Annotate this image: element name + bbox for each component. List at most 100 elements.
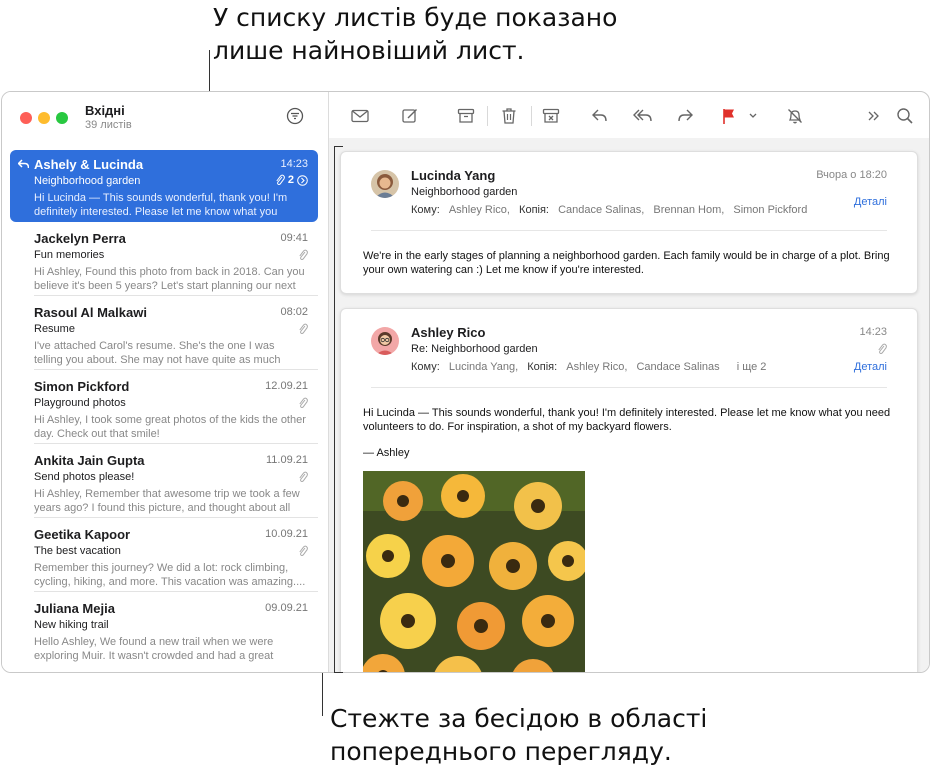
- recipient[interactable]: Ashley Rico,: [566, 361, 627, 373]
- message-card[interactable]: Ashley Rico 14:23 Re: Neighborhood garde…: [340, 308, 918, 672]
- attachment-icon: [299, 323, 308, 335]
- attachment-icon: [878, 343, 887, 355]
- callout-bottom-line2: попереднього перегляду.: [330, 737, 672, 766]
- details-link[interactable]: Деталі: [854, 361, 887, 373]
- message-date: 11.09.21: [265, 454, 308, 466]
- callout-bottom-line1: Стежте за бесідою в області: [330, 704, 708, 733]
- search-icon[interactable]: [895, 106, 915, 126]
- message-sender: Jackelyn Perra: [34, 231, 126, 246]
- message-subject: Re: Neighborhood garden: [411, 343, 538, 355]
- more-recipients[interactable]: і ще 2: [737, 361, 767, 373]
- message-date: 14:23: [859, 326, 887, 338]
- more-icon[interactable]: [866, 106, 882, 126]
- message-body: Hi Lucinda — This sounds wonderful, than…: [363, 407, 891, 433]
- zoom-button[interactable]: [56, 112, 68, 124]
- list-item[interactable]: Geetika Kapoor 10.09.21 The best vacatio…: [10, 520, 318, 592]
- list-item-selected[interactable]: Ashely & Lucinda 14:23 Neighborhood gard…: [10, 150, 318, 222]
- attachment-icon: [299, 545, 308, 557]
- message-date: 12.09.21: [265, 380, 308, 392]
- attachment-icon: [299, 397, 308, 409]
- message-signature: — Ashley: [363, 447, 410, 459]
- message-subject: Playground photos: [34, 397, 126, 409]
- message-card[interactable]: Lucinda Yang Вчора о 18:20 Neighborhood …: [340, 151, 918, 294]
- reply-icon[interactable]: [590, 106, 610, 126]
- mail-window: Вхідні 39 листів Ashely & Lucinda 14:23 …: [1, 91, 930, 673]
- mute-icon[interactable]: [785, 106, 805, 126]
- message-preview: Hi Ashley, Found this photo from back in…: [34, 266, 305, 292]
- recipient[interactable]: Simon Pickford: [733, 204, 807, 216]
- message-date: 09.09.21: [265, 602, 308, 614]
- replied-icon: [18, 159, 29, 169]
- junk-icon[interactable]: [541, 106, 561, 126]
- divider: [34, 295, 318, 296]
- list-item[interactable]: Jackelyn Perra 09:41 Fun memories Hi Ash…: [10, 224, 318, 296]
- envelope-icon[interactable]: [350, 106, 370, 126]
- message-list-pane: Вхідні 39 листів Ashely & Lucinda 14:23 …: [2, 92, 329, 672]
- reply-all-icon[interactable]: [631, 106, 655, 126]
- divider: [371, 387, 887, 388]
- message-date: 14:23: [280, 158, 308, 170]
- message-date: 08:02: [280, 306, 308, 318]
- list-item[interactable]: Rasoul Al Malkawi 08:02 Resume I've atta…: [10, 298, 318, 370]
- toolbar-divider: [531, 106, 532, 126]
- recipient[interactable]: Ashley Rico,: [449, 204, 510, 216]
- trash-icon[interactable]: [499, 106, 519, 126]
- thread-count: 2: [287, 174, 294, 186]
- message-body: We're in the early stages of planning a …: [363, 250, 890, 276]
- list-item[interactable]: Juliana Mejia 09.09.21 New hiking trail …: [10, 594, 318, 666]
- message-sender: Ankita Jain Gupta: [34, 453, 145, 468]
- message-date: 10.09.21: [265, 528, 308, 540]
- attachment-icon: [299, 249, 308, 261]
- message-preview: Hi Ashley, I took some great photos of t…: [34, 414, 306, 440]
- attachment-icon: [299, 471, 308, 483]
- callout-bottom: Стежте за бесідою в області попереднього…: [330, 702, 707, 768]
- flowers-photo[interactable]: [363, 471, 585, 672]
- message-subject: New hiking trail: [34, 619, 109, 631]
- recipients: Кому: Ashley Rico, Копія: Candace Salina…: [411, 204, 813, 216]
- flag-menu-icon[interactable]: [747, 106, 759, 126]
- details-link[interactable]: Деталі: [854, 196, 887, 208]
- preview-bracket-top: [334, 146, 343, 147]
- message-subject: Neighborhood garden: [34, 175, 141, 187]
- list-item[interactable]: Ankita Jain Gupta 11.09.21 Send photos p…: [10, 446, 318, 518]
- compose-icon[interactable]: [400, 106, 420, 126]
- avatar: [371, 170, 399, 198]
- recipient[interactable]: Candace Salinas: [636, 361, 719, 373]
- toolbar: [329, 92, 929, 138]
- minimize-button[interactable]: [38, 112, 50, 124]
- filter-icon[interactable]: [286, 107, 304, 125]
- callout-top-line1: У списку листів буде показано: [213, 3, 618, 32]
- list-item[interactable]: Simon Pickford 12.09.21 Playground photo…: [10, 372, 318, 444]
- message-sender: Rasoul Al Malkawi: [34, 305, 147, 320]
- avatar: [371, 327, 399, 355]
- cc-label: Копія:: [527, 361, 558, 373]
- recipient[interactable]: Candace Salinas,: [558, 204, 644, 216]
- preview-bracket: [334, 146, 335, 673]
- conversation-pane: Lucinda Yang Вчора о 18:20 Neighborhood …: [329, 138, 929, 672]
- message-sender: Lucinda Yang: [411, 168, 496, 183]
- message-subject: Resume: [34, 323, 75, 335]
- message-date: Вчора о 18:20: [816, 169, 887, 181]
- to-label: Кому:: [411, 204, 440, 216]
- message-subject: The best vacation: [34, 545, 121, 557]
- message-sender: Simon Pickford: [34, 379, 130, 394]
- cc-label: Копія:: [519, 204, 549, 216]
- archive-icon[interactable]: [456, 106, 476, 126]
- message-sender: Juliana Mejia: [34, 601, 115, 616]
- thread-chevron-icon[interactable]: [297, 174, 308, 186]
- attachment-icon: [276, 174, 285, 186]
- flag-icon[interactable]: [719, 106, 739, 126]
- message-subject: Neighborhood garden: [411, 186, 518, 198]
- divider: [371, 230, 887, 231]
- message-sender: Ashely & Lucinda: [34, 157, 144, 172]
- message-preview: Remember this journey? We did a lot: roc…: [34, 562, 306, 588]
- message-subject: Send photos please!: [34, 471, 135, 483]
- divider: [34, 591, 318, 592]
- recipient[interactable]: Brennan Hom,: [653, 204, 724, 216]
- forward-icon[interactable]: [675, 106, 695, 126]
- recipient[interactable]: Lucinda Yang,: [449, 361, 518, 373]
- preview-bracket-bottom: [334, 672, 343, 673]
- message-sender: Geetika Kapoor: [34, 527, 131, 542]
- message-preview: Hello Ashley, We found a new trail when …: [34, 636, 274, 662]
- close-button[interactable]: [20, 112, 32, 124]
